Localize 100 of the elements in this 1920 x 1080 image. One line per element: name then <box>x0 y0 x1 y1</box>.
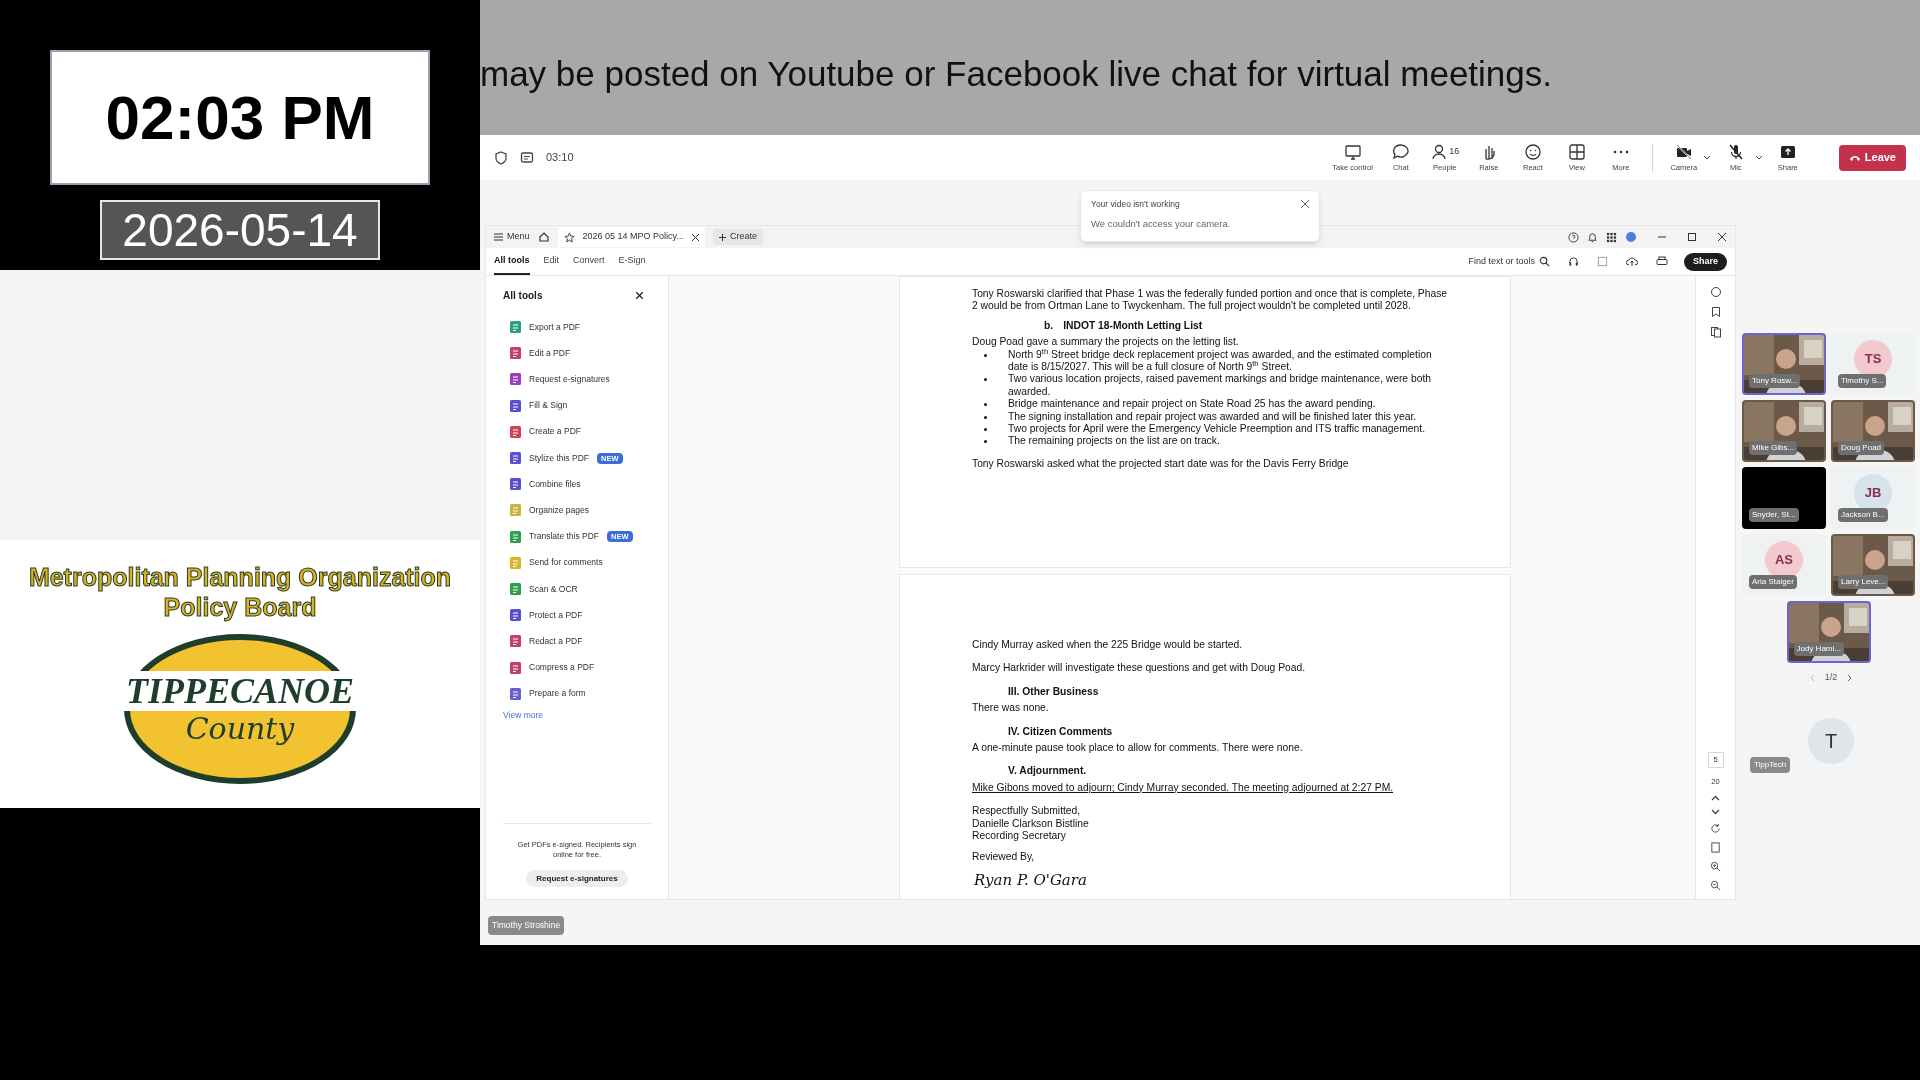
print-icon[interactable] <box>1656 256 1668 267</box>
close-icon[interactable] <box>1717 232 1727 242</box>
search-icon[interactable] <box>1539 256 1550 267</box>
bell-icon[interactable] <box>1587 231 1598 243</box>
tool-item[interactable]: Combine files <box>510 471 651 498</box>
request-signatures-button[interactable]: Request e-signatures <box>526 870 628 887</box>
view-more-link[interactable]: View more <box>503 708 651 722</box>
participant-name: Doug Poad <box>1838 441 1885 455</box>
bullet-icon <box>984 378 987 382</box>
bullet-icon <box>984 440 987 444</box>
bookmark-icon[interactable] <box>1709 306 1722 318</box>
panel-title: All tools <box>503 289 543 303</box>
paragraph: Doug Poad gave a summary the projects on the letting list. <box>972 336 1240 349</box>
tool-item[interactable]: Protect a PDF <box>510 602 651 629</box>
create-button[interactable]: Create <box>712 229 763 245</box>
document-icon[interactable] <box>1710 842 1721 853</box>
tool-item[interactable]: Prepare a form <box>510 680 651 707</box>
toast-message: We couldn't access your camera. <box>1091 216 1232 231</box>
list-item: The signing installation and repair project was awarded and will be finished later this year. <box>1008 410 1417 424</box>
tab[interactable]: Edit <box>543 248 559 275</box>
plus-icon <box>718 233 726 241</box>
list-item: Two projects for April were the Emergency Vehicle Preemption and ITS traffic management. <box>1008 423 1426 436</box>
chevron-down-icon[interactable] <box>1711 809 1720 815</box>
tab[interactable]: E-Sign <box>618 248 646 275</box>
participant-name: Mike Gibs... <box>1749 441 1798 455</box>
bullet-icon <box>984 428 987 432</box>
participant-name: Larry Leve... <box>1838 575 1889 589</box>
participant-name: Timothy S... <box>1838 374 1887 388</box>
zoom-in-icon[interactable] <box>1710 861 1721 872</box>
section-heading: III. Other Business <box>1007 685 1100 699</box>
tool-item[interactable]: Create a PDF <box>510 418 651 445</box>
tool-item[interactable]: Send for comments <box>510 549 651 576</box>
tool-item[interactable]: Redact a PDF <box>510 628 651 655</box>
tool-item[interactable]: Export a PDF <box>510 314 651 341</box>
chat-icon <box>1391 142 1410 161</box>
home-icon[interactable] <box>537 231 550 243</box>
tool-item[interactable]: Fill & Sign <box>510 392 651 419</box>
apps-icon[interactable] <box>1606 231 1617 243</box>
banner-text: may be posted on Youtube or Facebook live chat for virtual meetings. <box>480 53 1554 95</box>
pages-icon[interactable] <box>1709 326 1722 338</box>
paragraph: A one-minute pause took place to allow for comments. There were none. <box>972 742 1304 755</box>
toast-title: Your video isn't working <box>1091 198 1180 211</box>
tool-item[interactable]: Organize pages <box>510 497 651 524</box>
organization-title: Metropolitan Planning Organization Policy Board <box>27 562 453 622</box>
paragraph: Reviewed By, <box>972 851 1036 864</box>
menu-button[interactable]: Menu <box>494 230 530 244</box>
chevron-right-icon[interactable] <box>1847 673 1853 682</box>
logo-text: County <box>185 711 295 747</box>
bullet-icon <box>984 353 987 357</box>
list-item: Two various location projects, raised pavement markings and bridge maintenance, were both awarded. <box>1008 373 1432 399</box>
refresh-icon[interactable] <box>1710 823 1721 834</box>
upload-icon[interactable] <box>1626 256 1638 267</box>
paragraph: Tony Roswarski clarified that Phase 1 was the federally funded portion and once that is complete, Phase 2 would be from Ortman Lane to Twyckenham. The full project wouldn't be completed until 2028. <box>972 288 1449 313</box>
paragraph: Cindy Murray asked when the 225 Bridge would be started. <box>972 639 1244 652</box>
comment-icon[interactable] <box>1709 286 1722 298</box>
tool-item[interactable]: Compress a PDF <box>510 654 651 681</box>
caret-icon[interactable] <box>1702 155 1711 160</box>
zoom-out-icon[interactable] <box>1710 880 1721 891</box>
clock-date: 2026-05-14 <box>122 202 358 258</box>
participant-count: 16 <box>1449 145 1460 159</box>
bullet-icon <box>984 415 987 419</box>
caret-icon[interactable] <box>1754 155 1763 160</box>
tool-item[interactable]: Request e-signatures <box>510 366 651 393</box>
share-button[interactable]: Share <box>1684 252 1727 271</box>
paragraph: Marcy Harkrider will investigate these questions and get with Doug Poad. <box>972 662 1307 675</box>
star-icon[interactable] <box>563 231 575 243</box>
text-line: Recording Secretary <box>972 830 1067 843</box>
menu-icon <box>494 233 503 241</box>
more-icon <box>1611 149 1630 154</box>
participant-name: Jody Hami... <box>1793 642 1844 656</box>
participant-name: Aria Staiger <box>1749 575 1797 589</box>
camera-off-icon <box>1674 142 1693 161</box>
globe-icon[interactable] <box>1625 231 1637 243</box>
tool-item[interactable]: Edit a PDF <box>510 340 651 367</box>
shield-icon[interactable] <box>494 150 508 165</box>
text-line: Respectfully Submitted, <box>972 805 1082 818</box>
clock-time: 02:03 PM <box>105 82 375 154</box>
close-icon[interactable] <box>636 292 643 299</box>
signature: Ryan P. O'Gara <box>974 870 1088 890</box>
grid-icon <box>1567 142 1586 161</box>
close-icon[interactable] <box>691 233 699 241</box>
screen-icon <box>1343 142 1362 161</box>
meeting-duration: 03:10 <box>546 150 574 166</box>
document-tab[interactable]: 2026 05 14 MPO Policy... <box>557 227 705 247</box>
list-letter: b. <box>1044 319 1054 333</box>
help-icon[interactable] <box>1568 231 1579 243</box>
list-item: The remaining projects on the list are on track. <box>1008 435 1220 448</box>
find-label[interactable]: Find text or tools <box>1468 254 1535 269</box>
tool-item[interactable]: Scan & OCR <box>510 575 651 603</box>
leave-button[interactable]: Leave <box>1838 144 1906 171</box>
notes-icon[interactable] <box>520 150 534 165</box>
chevron-up-icon[interactable] <box>1711 795 1720 801</box>
section-heading: V. Adjournment. <box>1007 765 1088 778</box>
tab[interactable]: Convert <box>573 248 605 275</box>
save-icon[interactable] <box>1597 256 1608 267</box>
section-heading: INDOT 18-Month Letting List <box>1063 319 1203 333</box>
participant-name: TippTech <box>1750 756 1791 773</box>
text-line: Danielle Clarkson Bistline <box>972 817 1090 831</box>
headphones-icon[interactable] <box>1568 256 1579 267</box>
maximize-icon[interactable] <box>1687 232 1697 242</box>
